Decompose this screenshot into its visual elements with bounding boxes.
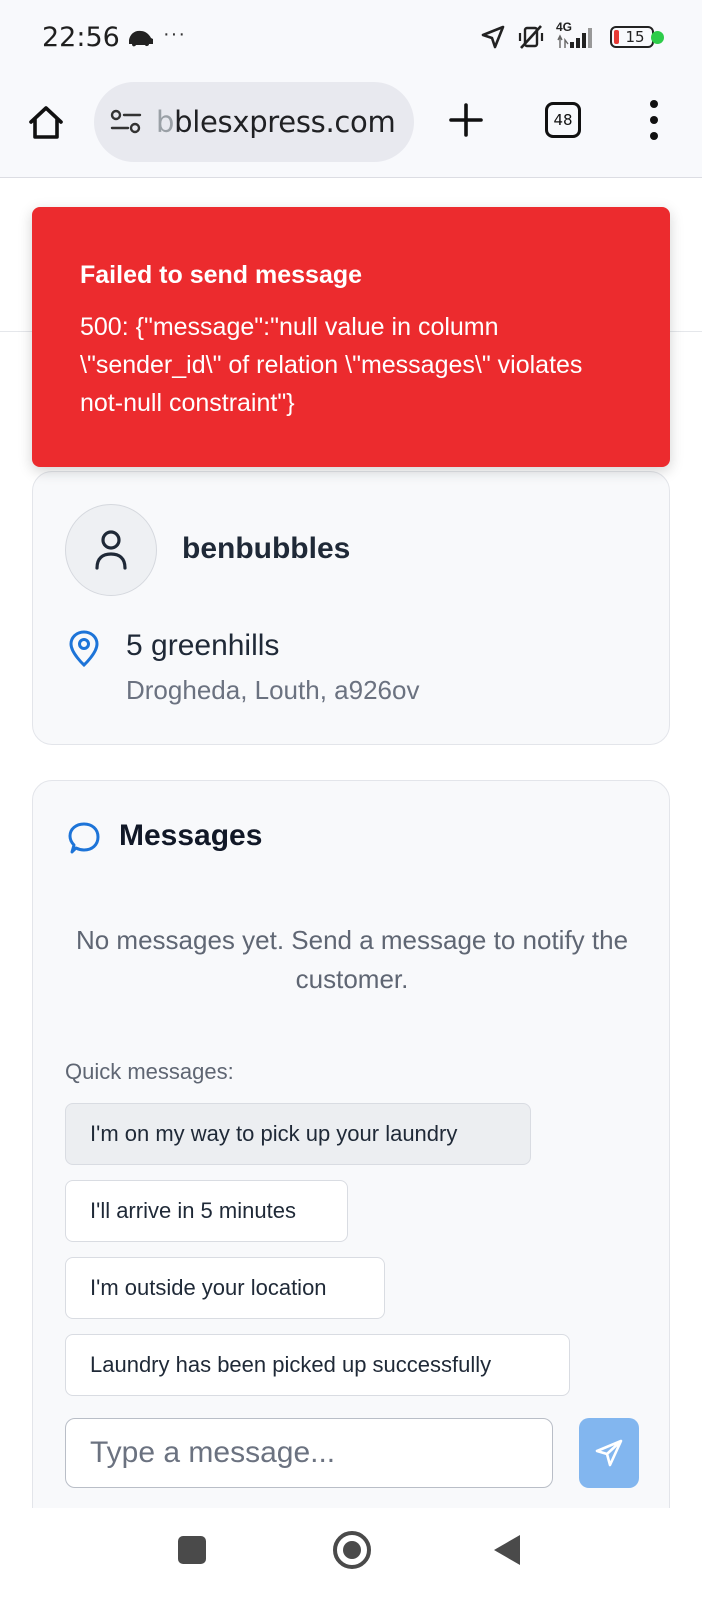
address-line2: Drogheda, Louth, a926ov [126, 675, 420, 705]
system-nav-bar [0, 1508, 702, 1600]
map-pin-icon [69, 630, 99, 668]
messages-title: Messages [119, 819, 263, 852]
url-domain: blesxpress.com [174, 105, 396, 139]
status-bar: 22:56 ··· 4G 15 [0, 0, 702, 78]
status-right-icons: 4G 15 [480, 20, 658, 50]
customer-name: benbubbles [182, 532, 351, 565]
url-text: bblesxpress.com [156, 105, 396, 139]
address-line1: 5 greenhills [126, 629, 280, 662]
url-faded-prefix: b [156, 105, 175, 139]
chat-bubble-icon [68, 822, 100, 854]
error-toast[interactable]: Failed to send message 500: {"message":"… [32, 207, 670, 467]
toast-body: 500: {"message":"null value in column \"… [80, 313, 583, 417]
status-time: 22:56 [42, 22, 120, 53]
car-notification-icon [129, 30, 153, 47]
quick-message-button[interactable]: I'm on my way to pick up your laundry [65, 1103, 531, 1165]
status-left-icons: ··· [127, 22, 186, 48]
more-menu-icon[interactable] [644, 100, 664, 140]
address-bar[interactable]: bblesxpress.com [94, 82, 414, 162]
messages-card: Messages No messages yet. Send a message… [32, 780, 670, 1509]
site-settings-icon[interactable] [110, 108, 142, 136]
send-icon [595, 1439, 623, 1467]
quick-message-button[interactable]: I'll arrive in 5 minutes [65, 1180, 348, 1242]
vibrate-off-icon [518, 25, 544, 49]
home-icon[interactable] [26, 102, 66, 142]
battery-icon: 15 [610, 26, 658, 48]
browser-toolbar: bblesxpress.com 48 [0, 78, 702, 178]
network-signal: 4G [556, 20, 600, 50]
toast-title: Failed to send message [80, 261, 363, 289]
home-circle-icon[interactable] [333, 1531, 371, 1569]
customer-card: benbubbles 5 greenhills Drogheda, Louth,… [32, 471, 670, 745]
back-triangle-icon[interactable] [494, 1535, 520, 1565]
quick-messages-label: Quick messages: [65, 1059, 234, 1084]
avatar [65, 504, 157, 596]
privacy-indicator-dot [651, 31, 664, 44]
quick-message-button[interactable]: Laundry has been picked up successfully [65, 1334, 570, 1396]
user-icon [95, 530, 127, 570]
empty-messages-text: No messages yet. Send a message to notif… [75, 925, 629, 994]
new-tab-plus-icon[interactable] [446, 100, 486, 140]
quick-message-button[interactable]: I'm outside your location [65, 1257, 385, 1319]
status-overflow-dots: ··· [163, 22, 186, 45]
location-arrow-icon [481, 25, 505, 49]
signal-bars-icon [557, 28, 592, 48]
battery-level: 15 [625, 28, 645, 46]
send-button[interactable] [579, 1418, 639, 1488]
message-input[interactable] [65, 1418, 553, 1488]
tab-switcher-button[interactable]: 48 [545, 102, 581, 138]
page-content: Failed to send message 500: {"message":"… [0, 179, 702, 1509]
recents-square-icon[interactable] [178, 1536, 206, 1564]
